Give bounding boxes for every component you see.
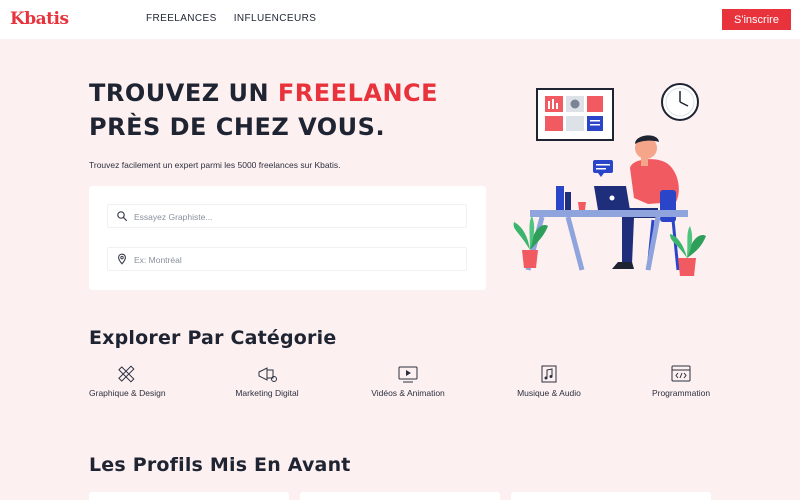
hero-title-accent: FREELANCE	[277, 79, 439, 107]
profile-cards	[89, 492, 712, 500]
search-input[interactable]	[134, 208, 454, 225]
category-list: Graphique & Design Marketing Digital Vid…	[89, 364, 729, 404]
hero-title-prefix: TROUVEZ UN	[89, 79, 278, 107]
code-window-icon	[671, 365, 691, 382]
location-field	[107, 247, 467, 271]
top-navbar: Kbatis FREELANCES INFLUENCEURS S'inscrir…	[0, 0, 800, 39]
music-note-icon	[541, 365, 557, 383]
signup-button[interactable]: S'inscrire	[722, 9, 791, 30]
search-card	[89, 186, 486, 290]
category-label: Programmation	[651, 388, 711, 398]
category-graphique-design[interactable]: Graphique & Design	[89, 364, 166, 398]
category-label: Musique & Audio	[517, 388, 581, 398]
location-input[interactable]	[134, 251, 454, 268]
profile-card[interactable]	[300, 492, 500, 500]
logo[interactable]: Kbatis	[10, 9, 69, 29]
category-label: Graphique & Design	[89, 388, 166, 398]
pencil-ruler-icon	[118, 365, 135, 383]
featured-profiles-title: Les Profils Mis En Avant	[89, 454, 351, 476]
nav-freelances[interactable]: FREELANCES	[146, 13, 217, 24]
freelancer-illustration	[513, 83, 706, 276]
category-marketing-digital[interactable]: Marketing Digital	[235, 364, 299, 398]
search-field	[107, 204, 467, 228]
video-play-icon	[398, 366, 418, 383]
category-videos-animation[interactable]: Vidéos & Animation	[371, 364, 445, 398]
hero-title-line2: PRÈS DE CHEZ VOUS.	[89, 113, 386, 141]
main-nav: FREELANCES INFLUENCEURS	[146, 13, 316, 24]
category-label: Vidéos & Animation	[371, 388, 445, 398]
hero-subtitle: Trouvez facilement un expert parmi les 5…	[89, 160, 341, 170]
category-programmation[interactable]: Programmation	[650, 364, 712, 398]
nav-influenceurs[interactable]: INFLUENCEURS	[234, 13, 317, 24]
categories-title: Explorer Par Catégorie	[89, 327, 337, 349]
megaphone-icon	[258, 367, 277, 382]
hero-title: TROUVEZ UN FREELANCE PRÈS DE CHEZ VOUS.	[89, 76, 438, 144]
category-label: Marketing Digital	[235, 388, 299, 398]
location-pin-icon	[118, 253, 126, 265]
profile-card[interactable]	[511, 492, 711, 500]
search-icon	[117, 211, 128, 222]
profile-card[interactable]	[89, 492, 289, 500]
category-musique-audio[interactable]: Musique & Audio	[517, 364, 581, 398]
